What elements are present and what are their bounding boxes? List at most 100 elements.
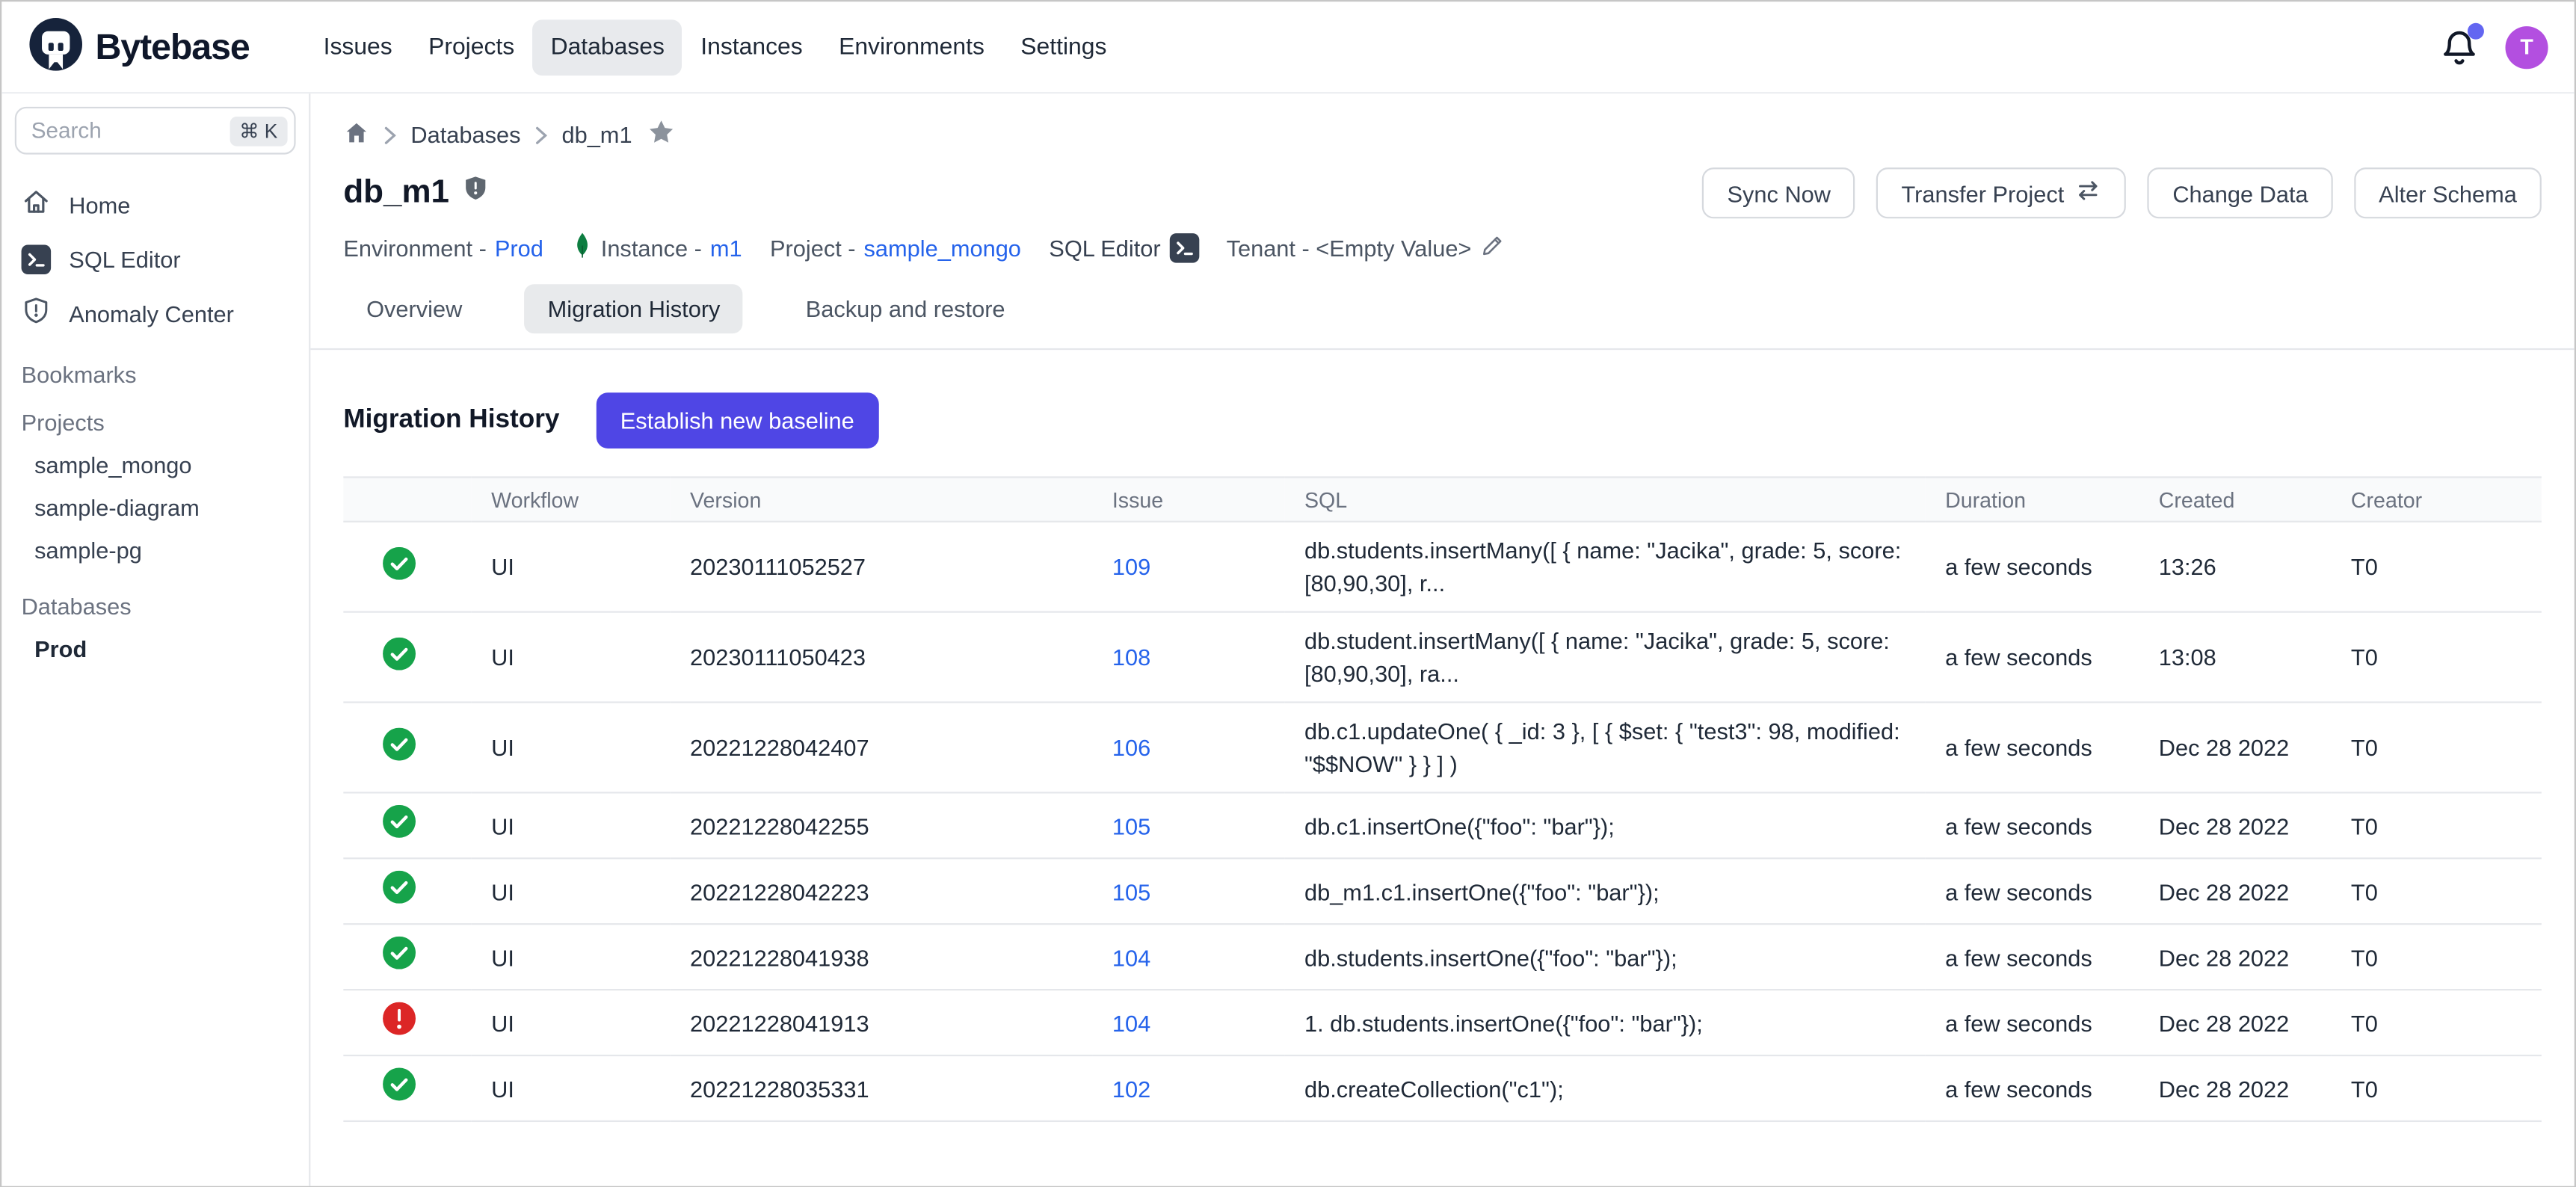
version-cell: 20221228042407 [671,703,1093,793]
instance-meta: Instance - m1 [571,232,742,265]
breadcrumb-home-icon[interactable] [343,119,369,150]
search-shortcut-badge: ⌘ K [229,116,288,146]
table-row[interactable]: UI 20230111050423 108 db.student.insertM… [343,612,2542,703]
sidebar-project-item[interactable]: sample-pg [15,529,296,572]
issue-link[interactable]: 105 [1112,878,1150,904]
col-workflow: Workflow [472,477,671,521]
sidebar-item-home[interactable]: Home [15,177,296,232]
project-link[interactable]: sample_mongo [864,235,1021,261]
instance-label: Instance - [601,235,702,261]
sidebar-item-label: SQL Editor [69,246,180,272]
avatar[interactable]: T [2505,25,2548,68]
sql-cell: db.c1.insertOne({"foo": "bar"}); [1285,792,1926,858]
tab-item[interactable]: Backup and restore [783,284,1028,333]
breadcrumb-databases[interactable]: Databases [410,122,520,148]
issue-link[interactable]: 108 [1112,644,1150,670]
topnav-item[interactable]: Issues [305,19,410,75]
search-input[interactable] [31,118,229,143]
workflow-cell: UI [472,924,671,990]
table-row[interactable]: UI 20221228042255 105 db.c1.insertOne({"… [343,792,2542,858]
issue-link[interactable]: 109 [1112,554,1150,580]
sidebar-item-sql-editor[interactable]: SQL Editor [15,232,296,286]
creator-cell: T0 [2332,924,2542,990]
edit-pencil-icon[interactable] [1479,233,1504,263]
main-panel: Databases db_m1 db_m1 [310,93,2574,1186]
issue-link[interactable]: 104 [1112,1009,1150,1035]
duration-cell: a few seconds [1926,924,2139,990]
created-cell: Dec 28 2022 [2139,858,2331,924]
instance-link[interactable]: m1 [710,235,742,261]
duration-cell: a few seconds [1926,990,2139,1055]
workflow-cell: UI [472,858,671,924]
tab-item[interactable]: Migration History [525,284,743,333]
sql-cell: db.createCollection("c1"); [1285,1055,1926,1121]
bytebase-logo[interactable]: Bytebase [28,16,249,77]
sidebar-project-item[interactable]: sample_mongo [15,443,296,486]
change-data-button[interactable]: Change Data [2148,167,2332,218]
sql-cell: 1. db.students.insertOne({"foo": "bar"})… [1285,990,1926,1055]
home-icon [22,188,52,222]
database-meta-row: Environment - Prod Instance - m1 [343,232,2542,265]
creator-cell: T0 [2332,792,2542,858]
sidebar-project-item[interactable]: sample-diagram [15,487,296,529]
notification-dot [2468,22,2484,39]
creator-cell: T0 [2332,612,2542,703]
breadcrumb: Databases db_m1 [343,118,2542,151]
table-row[interactable]: UI 20221228042223 105 db_m1.c1.insertOne… [343,858,2542,924]
transfer-project-button[interactable]: Transfer Project [1877,167,2127,218]
sql-editor-icon [22,244,52,274]
tab-item[interactable]: Overview [343,284,485,333]
search-box[interactable]: ⌘ K [15,107,296,155]
workflow-cell: UI [472,612,671,703]
created-cell: Dec 28 2022 [2139,792,2331,858]
breadcrumb-chevron-icon [535,126,546,144]
creator-cell: T0 [2332,1055,2542,1121]
sidebar-item-anomaly-center[interactable]: Anomaly Center [15,286,296,340]
environment-link[interactable]: Prod [495,235,543,261]
issue-link[interactable]: 104 [1112,944,1150,970]
table-row[interactable]: UI 20221228035331 102 db.createCollectio… [343,1055,2542,1121]
duration-cell: a few seconds [1926,792,2139,858]
success-check-icon [383,937,416,969]
sql-editor-meta[interactable]: SQL Editor [1049,233,1198,263]
table-row[interactable]: UI 20221228042407 106 db.c1.updateOne( {… [343,703,2542,793]
migration-history-table: Workflow Version Issue SQL Duration Crea… [343,476,2542,1122]
topnav-item[interactable]: Environments [821,19,1002,75]
sql-editor-label: SQL Editor [1049,235,1160,261]
version-cell: 20230111052527 [671,522,1093,612]
version-cell: 20221228042223 [671,858,1093,924]
issue-link[interactable]: 106 [1112,734,1150,760]
col-creator: Creator [2332,477,2542,521]
header-actions: Sync Now Transfer Project Change Data [1703,167,2542,218]
workflow-cell: UI [472,1055,671,1121]
created-cell: Dec 28 2022 [2139,990,2331,1055]
sidebar-section-databases: Databases [22,593,296,619]
error-exclamation-icon [383,1002,416,1035]
topnav-item[interactable]: Settings [1002,19,1125,75]
tab-bar: Overview Migration History Backup and re… [310,284,2574,350]
project-label: Project - [770,235,856,261]
duration-cell: a few seconds [1926,1055,2139,1121]
table-header-row: Workflow Version Issue SQL Duration Crea… [343,477,2542,521]
table-row[interactable]: UI 20221228041913 104 1. db.students.ins… [343,990,2542,1055]
sync-now-button[interactable]: Sync Now [1703,167,1855,218]
issue-link[interactable]: 105 [1112,813,1150,839]
notifications-button[interactable] [2440,27,2480,67]
table-row[interactable]: UI 20221228041938 104 db.students.insert… [343,924,2542,990]
workflow-cell: UI [472,792,671,858]
sql-editor-icon[interactable] [1169,233,1199,263]
topnav-item[interactable]: Instances [682,19,821,75]
sidebar-database-item[interactable]: Prod [15,628,296,670]
table-row[interactable]: UI 20230111052527 109 db.students.insert… [343,522,2542,612]
topnav-item[interactable]: Projects [410,19,532,75]
tenant-meta: Tenant - <Empty Value> [1227,233,1505,263]
created-cell: 13:26 [2139,522,2331,612]
environment-label: Environment - [343,235,487,261]
migration-history-section: Migration History Establish new baseline… [310,350,2574,1122]
topnav-item[interactable]: Databases [532,19,682,75]
alter-schema-button[interactable]: Alter Schema [2354,167,2542,218]
establish-baseline-button[interactable]: Establish new baseline [596,392,879,448]
star-icon[interactable] [647,118,674,151]
shield-alert-icon [463,174,490,212]
issue-link[interactable]: 102 [1112,1075,1150,1101]
